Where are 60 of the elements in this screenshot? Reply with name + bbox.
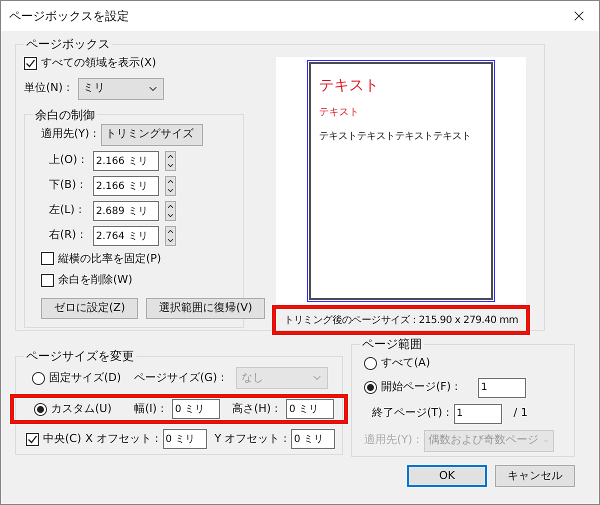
preview-text: テキストテキストテキストテキスト — [319, 131, 471, 144]
field-label: X オフセット : — [85, 430, 159, 447]
radio-label: すべて(A) — [381, 355, 430, 371]
checkmark-icon — [27, 434, 38, 444]
input-field[interactable]: 0 ミリ — [172, 399, 220, 419]
checkbox-label: 余白を削除(W) — [58, 272, 132, 288]
spinner[interactable] — [165, 150, 176, 170]
input-field[interactable]: 1 — [478, 378, 526, 398]
dropdown[interactable]: トリミングサイズ — [100, 124, 203, 146]
field-label: 下(B) : — [49, 177, 84, 194]
field-label: 右(R) : — [49, 227, 84, 244]
checkbox[interactable] — [26, 432, 39, 446]
field-label: 幅(I) : — [134, 400, 164, 417]
input-field[interactable]: 2.166 ミリ — [93, 176, 159, 196]
input-field[interactable]: 0 ミリ — [162, 429, 207, 449]
field-label: 適用先(Y) : — [41, 126, 97, 142]
radio-button[interactable] — [364, 381, 377, 394]
preview-text: テキスト — [319, 106, 359, 120]
field-label: Y オフセット : — [214, 430, 287, 447]
spinner[interactable] — [165, 226, 176, 246]
group-title: ページ範囲 — [361, 336, 423, 353]
field-label: 高さ(H) : — [232, 400, 278, 417]
preview-text: テキスト — [319, 76, 379, 95]
group-title: ページサイズを変更 — [25, 348, 135, 365]
radio-label: 開始ページ(F) : — [381, 379, 458, 396]
input-field[interactable]: 1 — [454, 404, 502, 424]
input-field[interactable]: 0 ミリ — [290, 429, 335, 449]
dropdown[interactable]: ミリ — [78, 78, 164, 100]
field-label: 上(O) : — [49, 152, 86, 168]
checkbox-label: 中央(C) — [43, 430, 82, 447]
group-title: 余白の制御 — [34, 106, 96, 124]
checkbox-label: 縦横の比率を固定(P) — [58, 250, 162, 266]
action-button[interactable]: 選択範囲に復帰(V) — [146, 298, 266, 318]
page-size-caption: トリミング後のページサイズ : 215.90 x 279.40 mm — [272, 305, 530, 335]
field-label: 適用先(Y) : — [364, 432, 420, 448]
field-label: / 1 — [514, 405, 528, 422]
input-field[interactable]: 2.689 ミリ — [93, 200, 159, 220]
dialog-button[interactable]: OK — [407, 465, 487, 487]
field-label: 終了ページ(T) : — [372, 405, 450, 422]
checkbox[interactable] — [41, 252, 54, 266]
field-label: 左(L) : — [49, 202, 83, 218]
radio-label: カスタム(U) — [51, 400, 112, 417]
checkbox-label: すべての領域を表示(X) — [41, 55, 156, 71]
radio-button[interactable] — [364, 356, 377, 370]
input-field[interactable]: 0 ミリ — [286, 399, 334, 419]
radio-label: 固定サイズ(D) — [49, 370, 122, 386]
checkbox[interactable] — [41, 274, 54, 287]
window-title: ページボックスを設定 — [9, 8, 129, 25]
input-field[interactable]: 2.166 ミリ — [93, 150, 159, 170]
field-label: ページサイズ(G) : — [134, 370, 224, 386]
spinner[interactable] — [165, 176, 176, 196]
checkmark-icon — [25, 58, 36, 69]
spinner[interactable] — [165, 200, 176, 220]
radio-button[interactable] — [34, 402, 47, 416]
group-title: ページボックス — [25, 36, 111, 53]
action-button[interactable]: ゼロに設定(Z) — [41, 298, 138, 318]
field-label: 単位(N) : — [24, 80, 70, 96]
checkbox[interactable] — [24, 56, 37, 70]
input-field[interactable]: 2.764 ミリ — [93, 226, 159, 246]
dialog-button[interactable]: キャンセル — [495, 465, 575, 487]
